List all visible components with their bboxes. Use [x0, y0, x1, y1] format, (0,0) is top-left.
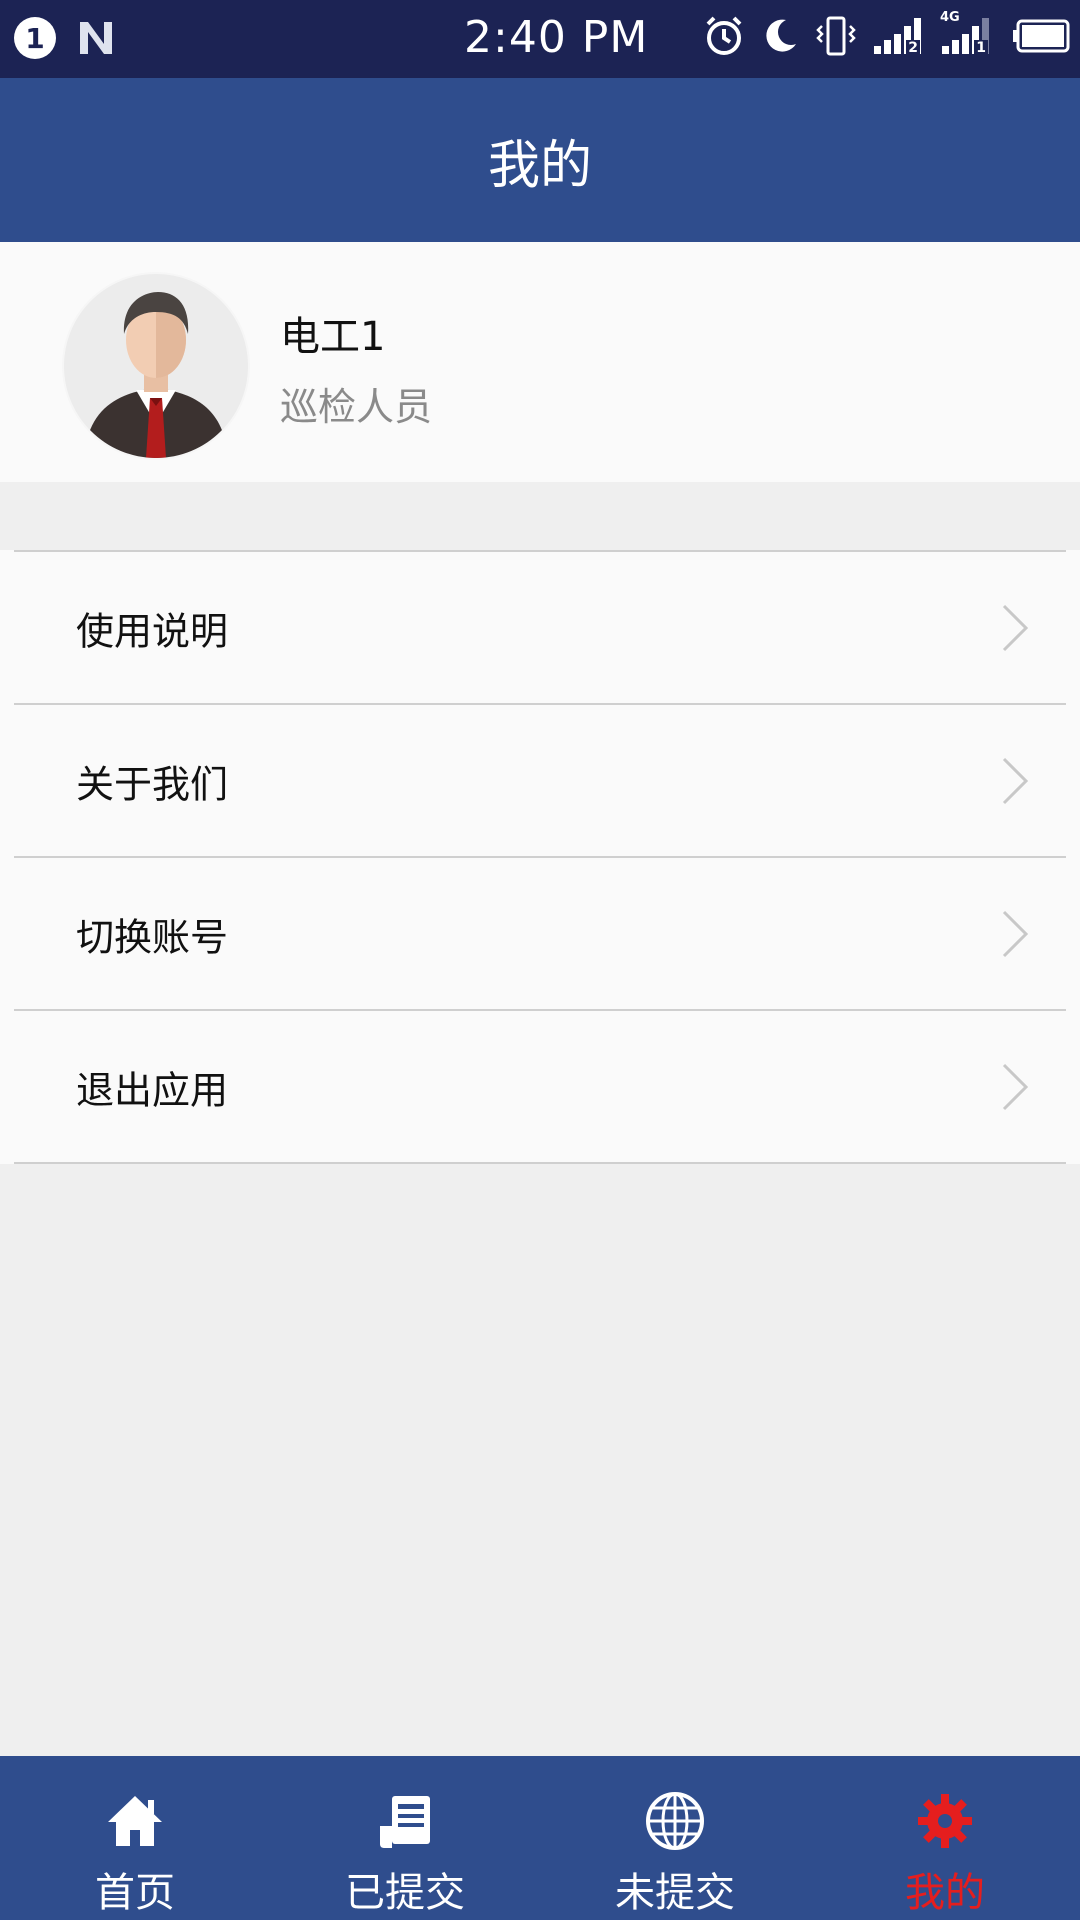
vibrate-icon [816, 14, 856, 58]
document-icon [380, 1796, 430, 1848]
nav-item-home[interactable]: 首页 [0, 1756, 270, 1920]
home-icon [108, 1796, 162, 1846]
chevron-right-icon [1002, 604, 1029, 651]
network-type-label: 4G [940, 10, 960, 25]
nav-label-unsubmitted: 未提交 [615, 1870, 735, 1916]
bottom-nav: 首页 已提交 未提交 我的 [0, 1756, 1080, 1920]
status-bar: 1 2:40 PM 2 4G 1 [0, 0, 1080, 78]
menu-item-label: 关于我们 [76, 762, 229, 806]
alarm-icon [704, 14, 744, 58]
nav-item-mine[interactable]: 我的 [810, 1756, 1080, 1920]
notification-badge: 1 [14, 17, 56, 59]
menu-item-label: 切换账号 [76, 915, 229, 959]
nav-label-home: 首页 [95, 1870, 175, 1916]
battery-icon [1012, 19, 1070, 53]
chevron-right-icon [1002, 1063, 1029, 1110]
moon-icon [760, 16, 800, 56]
status-time: 2:40 PM [464, 12, 649, 63]
chevron-right-icon [1002, 910, 1029, 957]
nav-label-submitted: 已提交 [345, 1870, 465, 1916]
avatar-icon[interactable] [62, 272, 250, 460]
menu-item-about[interactable]: 关于我们 [14, 703, 1066, 856]
n-logo-icon [74, 16, 118, 60]
settings-menu: 使用说明 关于我们 切换账号 退出应用 [0, 550, 1080, 1164]
signal-icon: 2 [872, 16, 924, 56]
menu-item-instructions[interactable]: 使用说明 [14, 550, 1066, 703]
status-right: 2 4G 1 [704, 10, 1070, 58]
signal-2-label: 1 [976, 40, 986, 56]
signal-4g-icon: 4G 1 [940, 10, 996, 56]
menu-item-label: 退出应用 [76, 1068, 229, 1112]
profile-section[interactable]: 电工1 巡检人员 [0, 242, 1080, 482]
menu-item-switch-account[interactable]: 切换账号 [14, 856, 1066, 1009]
page-title: 我的 [487, 135, 592, 196]
nav-item-submitted[interactable]: 已提交 [270, 1756, 540, 1920]
profile-role: 巡检人员 [280, 385, 433, 429]
profile-name: 电工1 [280, 314, 386, 360]
signal-1-label: 2 [908, 40, 918, 56]
menu-item-label: 使用说明 [76, 609, 229, 653]
menu-item-exit[interactable]: 退出应用 [14, 1009, 1066, 1164]
gear-icon [918, 1794, 972, 1848]
chevron-right-icon [1002, 757, 1029, 804]
nav-item-unsubmitted[interactable]: 未提交 [540, 1756, 810, 1920]
nav-label-mine: 我的 [905, 1870, 985, 1916]
globe-icon [646, 1792, 704, 1850]
status-left: 1 [14, 16, 118, 60]
app-header: 我的 [0, 78, 1080, 242]
